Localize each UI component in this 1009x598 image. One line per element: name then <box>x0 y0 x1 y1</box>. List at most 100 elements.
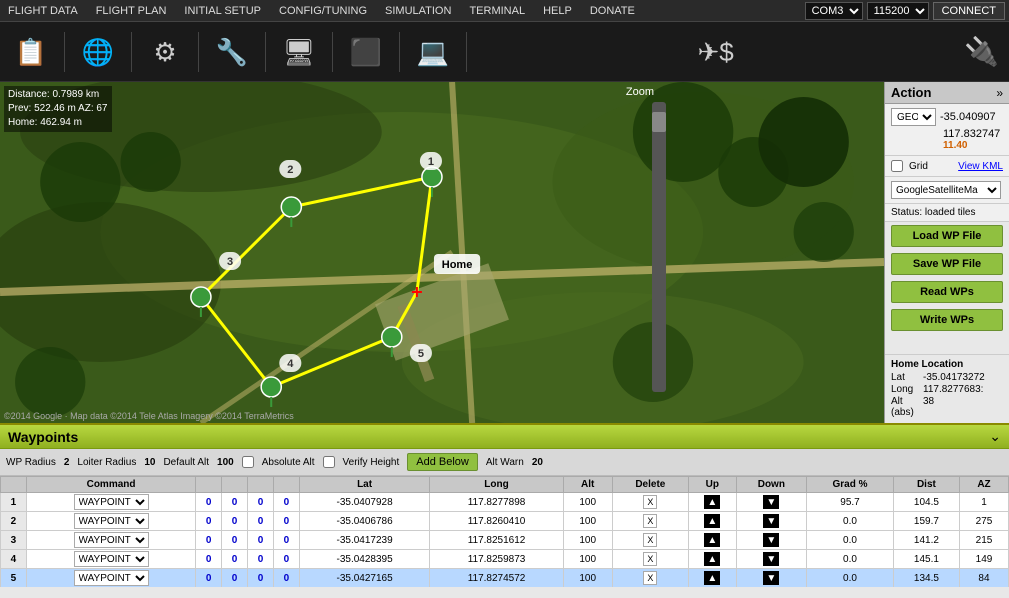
zoom-scrollbar[interactable] <box>652 102 666 392</box>
wp-command-select[interactable]: WAYPOINT LOITER_UNLIM LAND TAKEOFF <box>74 494 149 510</box>
menu-flight-data[interactable]: FLIGHT DATA <box>4 3 82 19</box>
wp-c3[interactable]: 0 <box>248 531 274 550</box>
toolbar-terminal[interactable]: ⬛ <box>341 35 391 69</box>
wp-c3[interactable]: 0 <box>248 493 274 512</box>
wp-up-button[interactable]: ▲ <box>704 533 720 547</box>
wp-up-button[interactable]: ▲ <box>704 571 720 585</box>
wp-lon[interactable]: 117.8274572 <box>430 569 563 588</box>
wp-down-button[interactable]: ▼ <box>763 495 779 509</box>
wp-up-button[interactable]: ▲ <box>704 552 720 566</box>
menu-flight-plan[interactable]: FLIGHT PLAN <box>92 3 171 19</box>
com-port-select[interactable]: COM3 <box>805 2 863 20</box>
add-below-button[interactable]: Add Below <box>407 453 478 471</box>
coord-type-select[interactable]: GEO UTM <box>891 108 936 126</box>
baud-rate-select[interactable]: 115200 <box>867 2 929 20</box>
wp-down-button[interactable]: ▼ <box>763 552 779 566</box>
wp-c3[interactable]: 0 <box>248 512 274 531</box>
wp-delete-button[interactable]: X <box>643 571 657 585</box>
read-wps-button[interactable]: Read WPs <box>891 281 1003 303</box>
zoom-label: Zoom <box>626 86 654 98</box>
wp-c4[interactable]: 0 <box>273 569 299 588</box>
menu-initial-setup[interactable]: INITIAL SETUP <box>180 3 265 19</box>
write-wps-button[interactable]: Write WPs <box>891 309 1003 331</box>
wp-lon[interactable]: 117.8259873 <box>430 550 563 569</box>
wp-up-button[interactable]: ▲ <box>704 495 720 509</box>
wp-up-button[interactable]: ▲ <box>704 514 720 528</box>
toolbar-donate[interactable]: ✈$ <box>691 35 741 69</box>
wp-c2[interactable]: 0 <box>222 569 248 588</box>
wp-c2[interactable]: 0 <box>222 531 248 550</box>
wp-c4[interactable]: 0 <box>273 531 299 550</box>
save-wp-file-button[interactable]: Save WP File <box>891 253 1003 275</box>
menu-simulation[interactable]: SIMULATION <box>381 3 455 19</box>
wp-lon[interactable]: 117.8277898 <box>430 493 563 512</box>
wp-c2[interactable]: 0 <box>222 512 248 531</box>
table-row[interactable]: 5 WAYPOINT LOITER_UNLIM LAND TAKEOFF 000… <box>1 569 1009 588</box>
wp-down-button[interactable]: ▼ <box>763 514 779 528</box>
wp-c4[interactable]: 0 <box>273 550 299 569</box>
wp-lat[interactable]: -35.0427165 <box>299 569 429 588</box>
wp-command-select[interactable]: WAYPOINT LOITER_UNLIM LAND TAKEOFF <box>74 551 149 567</box>
wp-c3[interactable]: 0 <box>248 550 274 569</box>
toolbar-initial-setup[interactable]: ⚙ <box>140 35 190 69</box>
wp-lon[interactable]: 117.8260410 <box>430 512 563 531</box>
wp-delete-button[interactable]: X <box>643 533 657 547</box>
table-row[interactable]: 2 WAYPOINT LOITER_UNLIM LAND TAKEOFF 000… <box>1 512 1009 531</box>
waypoints-collapse-button[interactable]: ⌄ <box>989 428 1001 445</box>
wp-alt[interactable]: 100 <box>563 493 612 512</box>
wp-down-button[interactable]: ▼ <box>763 533 779 547</box>
view-kml-link[interactable]: View KML <box>958 161 1003 172</box>
table-row[interactable]: 1 WAYPOINT LOITER_UNLIM LAND TAKEOFF 000… <box>1 493 1009 512</box>
wp-alt[interactable]: 100 <box>563 531 612 550</box>
zoom-handle[interactable] <box>652 112 666 132</box>
toolbar-help[interactable]: 💻 <box>408 35 458 69</box>
absolute-alt-checkbox[interactable] <box>242 456 254 468</box>
menu-terminal[interactable]: TERMINAL <box>465 3 529 19</box>
toolbar-config-tuning[interactable]: 🔧 <box>207 35 257 69</box>
verify-height-checkbox[interactable] <box>323 456 335 468</box>
load-wp-file-button[interactable]: Load WP File <box>891 225 1003 247</box>
wp-command-select[interactable]: WAYPOINT LOITER_UNLIM LAND TAKEOFF <box>74 570 149 586</box>
waypoints-title: Waypoints <box>8 429 78 445</box>
wp-c1[interactable]: 0 <box>196 569 222 588</box>
wp-lon[interactable]: 117.8251612 <box>430 531 563 550</box>
wp-c1[interactable]: 0 <box>196 493 222 512</box>
wp-delete-button[interactable]: X <box>643 495 657 509</box>
toolbar-simulation[interactable]: 🖥 <box>274 35 324 69</box>
wp-c2[interactable]: 0 <box>222 550 248 569</box>
wp-down-cell: ▼ <box>736 531 807 550</box>
default-alt-value: 100 <box>217 457 234 468</box>
map-container[interactable]: 1 2 3 4 5 Home Distance: 0.7989 km Prev:… <box>0 82 884 423</box>
connect-button[interactable]: CONNECT <box>933 2 1005 20</box>
action-expand-button[interactable]: » <box>996 86 1003 100</box>
wp-lat[interactable]: -35.0428395 <box>299 550 429 569</box>
wp-lat[interactable]: -35.0407928 <box>299 493 429 512</box>
toolbar-flight-plan[interactable]: 🌐 <box>73 35 123 69</box>
wp-delete-button[interactable]: X <box>643 552 657 566</box>
map-type-select[interactable]: GoogleSatelliteMa GoogleMap BingMap <box>891 181 1001 199</box>
wp-c4[interactable]: 0 <box>273 512 299 531</box>
menu-config-tuning[interactable]: CONFIG/TUNING <box>275 3 371 19</box>
waypoints-table-container[interactable]: Command Lat Long Alt Delete Up Down Grad… <box>0 476 1009 587</box>
table-row[interactable]: 3 WAYPOINT LOITER_UNLIM LAND TAKEOFF 000… <box>1 531 1009 550</box>
grid-checkbox[interactable] <box>891 160 903 172</box>
wp-delete-button[interactable]: X <box>643 514 657 528</box>
menu-donate[interactable]: DONATE <box>586 3 639 19</box>
table-row[interactable]: 4 WAYPOINT LOITER_UNLIM LAND TAKEOFF 000… <box>1 550 1009 569</box>
wp-c1[interactable]: 0 <box>196 531 222 550</box>
wp-command-select[interactable]: WAYPOINT LOITER_UNLIM LAND TAKEOFF <box>74 532 149 548</box>
menu-help[interactable]: HELP <box>539 3 576 19</box>
toolbar-flight-data[interactable]: 📋 <box>6 35 56 69</box>
wp-c4[interactable]: 0 <box>273 493 299 512</box>
wp-lat[interactable]: -35.0417239 <box>299 531 429 550</box>
wp-alt[interactable]: 100 <box>563 569 612 588</box>
wp-lat[interactable]: -35.0406786 <box>299 512 429 531</box>
wp-c2[interactable]: 0 <box>222 493 248 512</box>
wp-c3[interactable]: 0 <box>248 569 274 588</box>
wp-alt[interactable]: 100 <box>563 512 612 531</box>
wp-c1[interactable]: 0 <box>196 550 222 569</box>
wp-down-button[interactable]: ▼ <box>763 571 779 585</box>
wp-c1[interactable]: 0 <box>196 512 222 531</box>
wp-alt[interactable]: 100 <box>563 550 612 569</box>
wp-command-select[interactable]: WAYPOINT LOITER_UNLIM LAND TAKEOFF <box>74 513 149 529</box>
